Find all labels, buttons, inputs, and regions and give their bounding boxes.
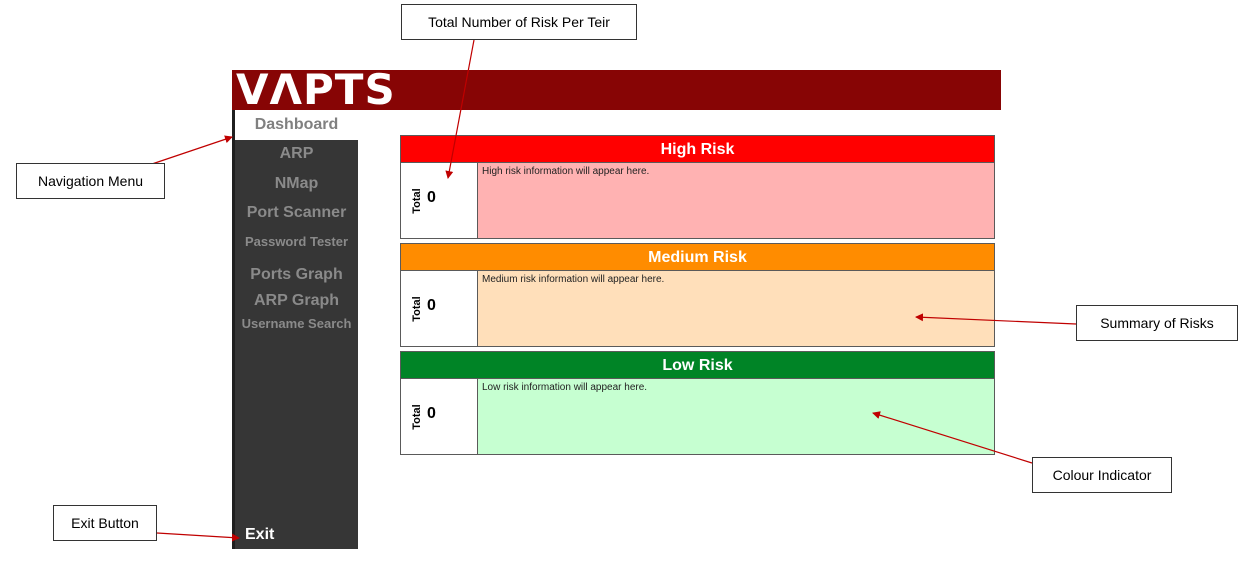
callout-summary-of-risks: Summary of Risks <box>1076 305 1238 341</box>
callout-colour-indicator: Colour Indicator <box>1032 457 1172 493</box>
callout-navigation-menu: Navigation Menu <box>16 163 165 199</box>
arrow-navigation-menu <box>151 135 233 165</box>
callout-exit-button: Exit Button <box>53 505 157 541</box>
arrow-total-per-tier <box>445 39 475 179</box>
arrow-colour-indicator <box>872 411 1033 464</box>
arrow-exit-button <box>156 532 240 542</box>
arrow-summary-of-risks <box>915 313 1077 325</box>
callout-total-per-tier: Total Number of Risk Per Teir <box>401 4 637 40</box>
